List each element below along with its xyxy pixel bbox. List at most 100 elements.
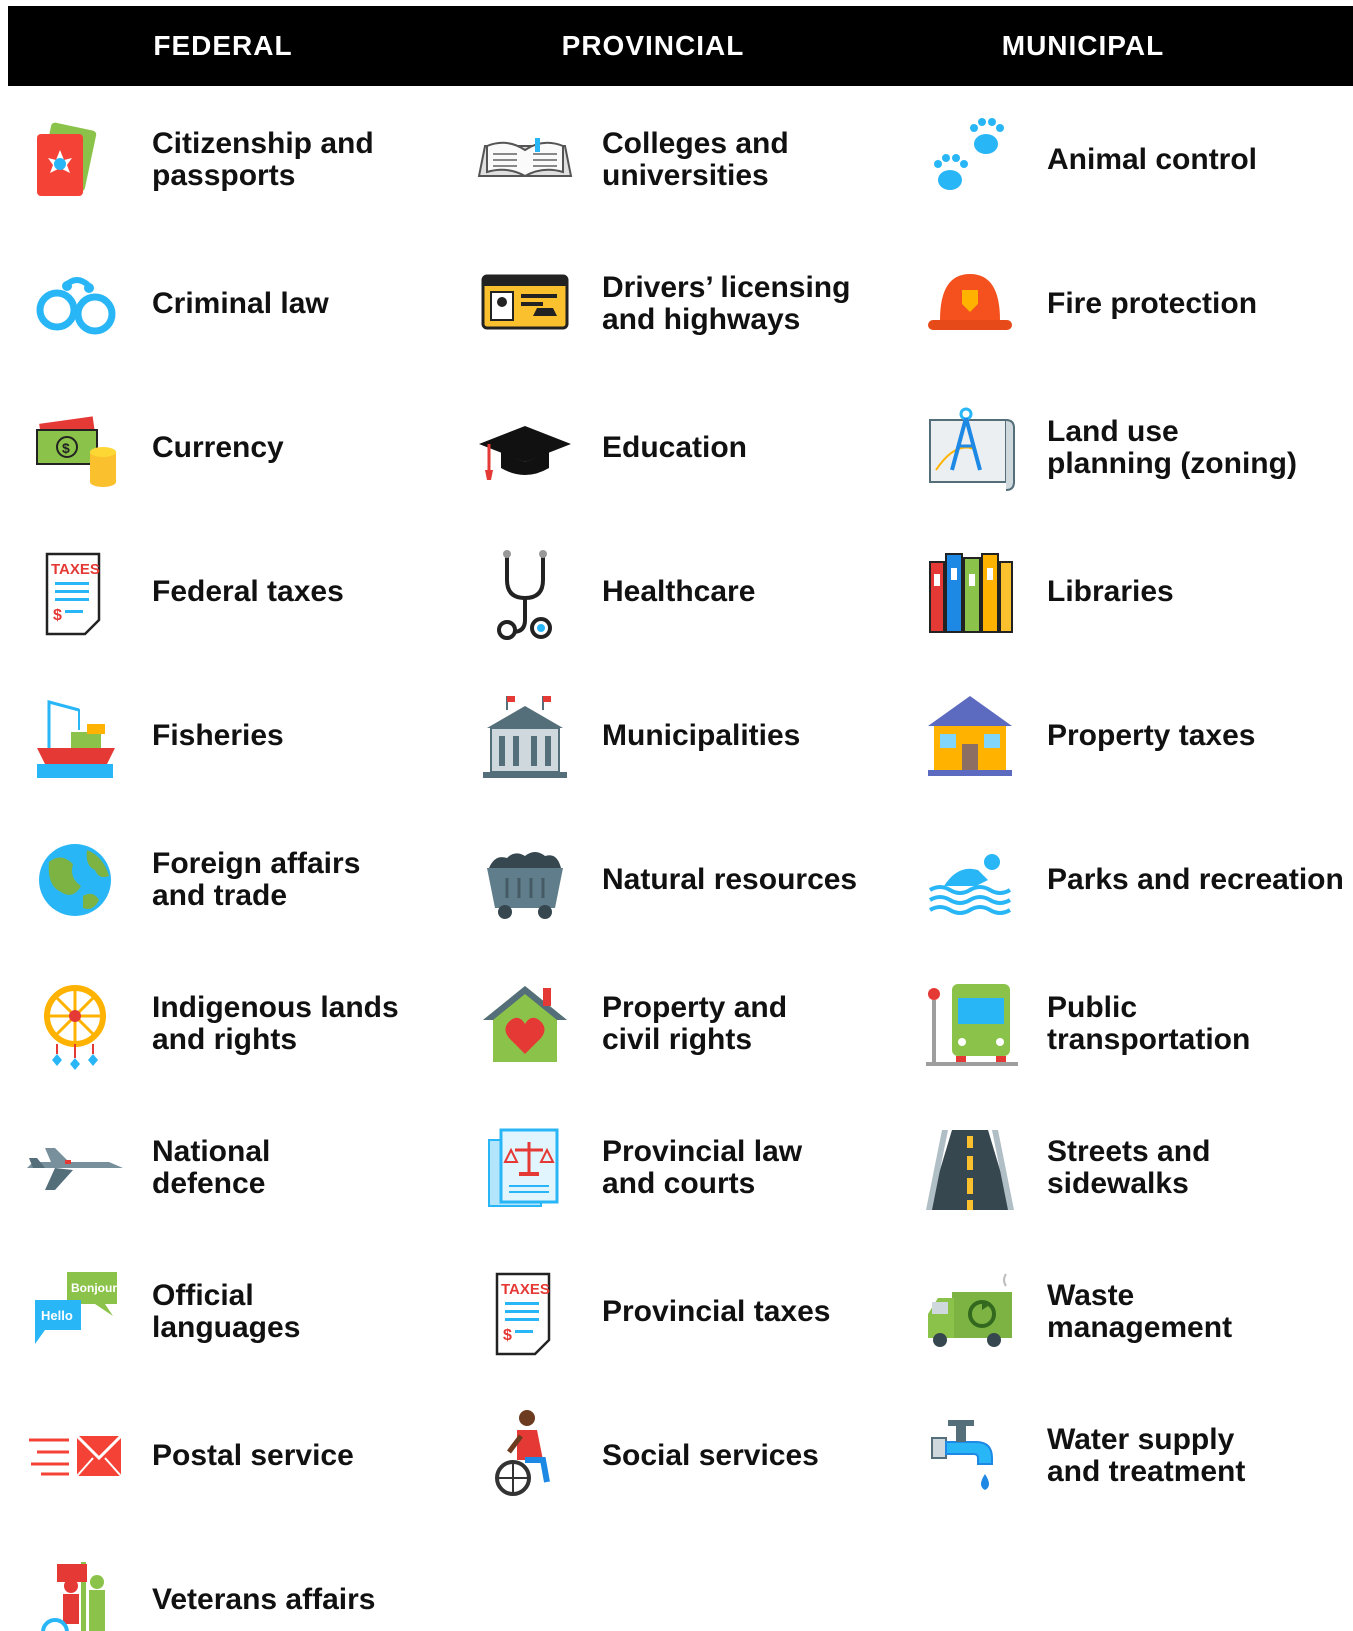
header-provincial: PROVINCIAL: [561, 30, 745, 61]
federal-item: $ Currency: [0, 376, 450, 520]
municipal-item: Public transportation: [895, 952, 1345, 1096]
svg-text:Bonjour: Bonjour: [71, 1281, 117, 1295]
provincial-item: Healthcare: [450, 520, 900, 664]
law-document-icon: [470, 1118, 580, 1218]
federal-item-label: Foreign affairs and trade: [152, 847, 361, 912]
provincial-item-label: Provincial taxes: [602, 1295, 831, 1328]
header-bar: FEDERAL PROVINCIAL MUNICIPAL: [8, 6, 1353, 86]
federal-item: Indigenous lands and rights: [0, 952, 450, 1096]
handcuffs-icon: [20, 254, 130, 354]
provincial-item: Colleges and universities: [450, 88, 900, 232]
provincial-item-label: Drivers’ licensing and highways: [602, 271, 851, 336]
federal-item: Postal service: [0, 1384, 450, 1528]
federal-item-label: Citizenship and passports: [152, 127, 374, 192]
municipal-item: Property taxes: [895, 664, 1345, 808]
tax-document-icon: TAXES $: [20, 542, 130, 642]
municipal-item: Streets and sidewalks: [895, 1096, 1345, 1240]
municipal-item: Waste management: [895, 1240, 1345, 1384]
svg-text:TAXES: TAXES: [501, 1281, 550, 1298]
svg-text:$: $: [53, 607, 62, 624]
municipal-item-label: Animal control: [1047, 143, 1258, 176]
books-icon: [915, 542, 1025, 642]
municipal-item-label: Fire protection: [1047, 287, 1258, 320]
provincial-item-label: Natural resources: [602, 863, 858, 896]
municipal-item-label: Public transportation: [1047, 991, 1251, 1056]
municipal-item-label: Property taxes: [1047, 719, 1256, 752]
provincial-item-label: Education: [602, 431, 748, 464]
municipal-item-label: Waste management: [1047, 1279, 1233, 1344]
provincial-item: Drivers’ licensing and highways: [450, 232, 900, 376]
municipal-item: Parks and recreation: [895, 808, 1345, 952]
municipal-item: Land use planning (zoning): [895, 376, 1345, 520]
house-icon: [915, 686, 1025, 786]
blueprint-compass-icon: [915, 398, 1025, 498]
provincial-item-label: Colleges and universities: [602, 127, 789, 192]
federal-item: Veterans affairs: [0, 1528, 450, 1631]
federal-item: Bonjour Hello Official languages: [0, 1240, 450, 1384]
federal-item-label: National defence: [152, 1135, 271, 1200]
provincial-item: TAXES $ Provincial taxes: [450, 1240, 900, 1384]
bus-icon: [915, 974, 1025, 1074]
dreamcatcher-icon: [20, 974, 130, 1074]
open-book-icon: [470, 110, 580, 210]
federal-item-label: Criminal law: [152, 287, 329, 320]
graduation-cap-icon: [470, 398, 580, 498]
municipal-item: Libraries: [895, 520, 1345, 664]
house-heart-icon: [470, 974, 580, 1074]
federal-item-label: Official languages: [152, 1279, 301, 1344]
money-icon: $: [20, 398, 130, 498]
recycling-truck-icon: [915, 1262, 1025, 1362]
fishing-boat-icon: [20, 686, 130, 786]
water-tap-icon: [915, 1406, 1025, 1506]
provincial-item-label: Healthcare: [602, 575, 756, 608]
globe-icon: [20, 830, 130, 930]
veterans-icon: [20, 1550, 130, 1631]
wheelchair-icon: [470, 1406, 580, 1506]
drivers-license-icon: [470, 254, 580, 354]
municipal-item: Water supply and treatment: [895, 1384, 1345, 1528]
municipal-item: Animal control: [895, 88, 1345, 232]
paw-prints-icon: [915, 110, 1025, 210]
federal-item-label: Indigenous lands and rights: [152, 991, 399, 1056]
federal-item-label: Currency: [152, 431, 284, 464]
federal-item: National defence: [0, 1096, 450, 1240]
passport-icon: [20, 110, 130, 210]
federal-item: Foreign affairs and trade: [0, 808, 450, 952]
envelope-icon: [20, 1406, 130, 1506]
provincial-item-label: Social services: [602, 1439, 819, 1472]
provincial-item: Social services: [450, 1384, 900, 1528]
provincial-item: Education: [450, 376, 900, 520]
federal-item-label: Veterans affairs: [152, 1583, 376, 1616]
provincial-item-label: Provincial law and courts: [602, 1135, 803, 1200]
header-federal: FEDERAL: [153, 30, 293, 61]
municipal-item-label: Streets and sidewalks: [1047, 1135, 1211, 1200]
provincial-item: Municipalities: [450, 664, 900, 808]
municipal-item-label: Parks and recreation: [1047, 863, 1344, 896]
stethoscope-icon: [470, 542, 580, 642]
swimmer-icon: [915, 830, 1025, 930]
header-municipal: MUNICIPAL: [1001, 30, 1165, 61]
mine-cart-icon: [470, 830, 580, 930]
speech-bubbles-icon: Bonjour Hello: [20, 1262, 130, 1362]
federal-item-label: Postal service: [152, 1439, 354, 1472]
provincial-item: Property and civil rights: [450, 952, 900, 1096]
federal-item: TAXES $ Federal taxes: [0, 520, 450, 664]
svg-text:$: $: [62, 440, 70, 456]
municipal-item-label: Water supply and treatment: [1047, 1423, 1246, 1488]
federal-item: Criminal law: [0, 232, 450, 376]
svg-text:Hello: Hello: [41, 1308, 73, 1323]
federal-item: Fisheries: [0, 664, 450, 808]
federal-item: Citizenship and passports: [0, 88, 450, 232]
fire-helmet-icon: [915, 254, 1025, 354]
provincial-item: Natural resources: [450, 808, 900, 952]
municipal-item-label: Land use planning (zoning): [1047, 415, 1297, 480]
federal-item-label: Federal taxes: [152, 575, 344, 608]
federal-item-label: Fisheries: [152, 719, 284, 752]
fighter-jet-icon: [20, 1118, 130, 1218]
town-hall-icon: [470, 686, 580, 786]
svg-text:$: $: [503, 1327, 512, 1344]
road-icon: [915, 1118, 1025, 1218]
svg-text:TAXES: TAXES: [51, 561, 100, 578]
provincial-item-label: Municipalities: [602, 719, 801, 752]
provincial-item: Provincial law and courts: [450, 1096, 900, 1240]
